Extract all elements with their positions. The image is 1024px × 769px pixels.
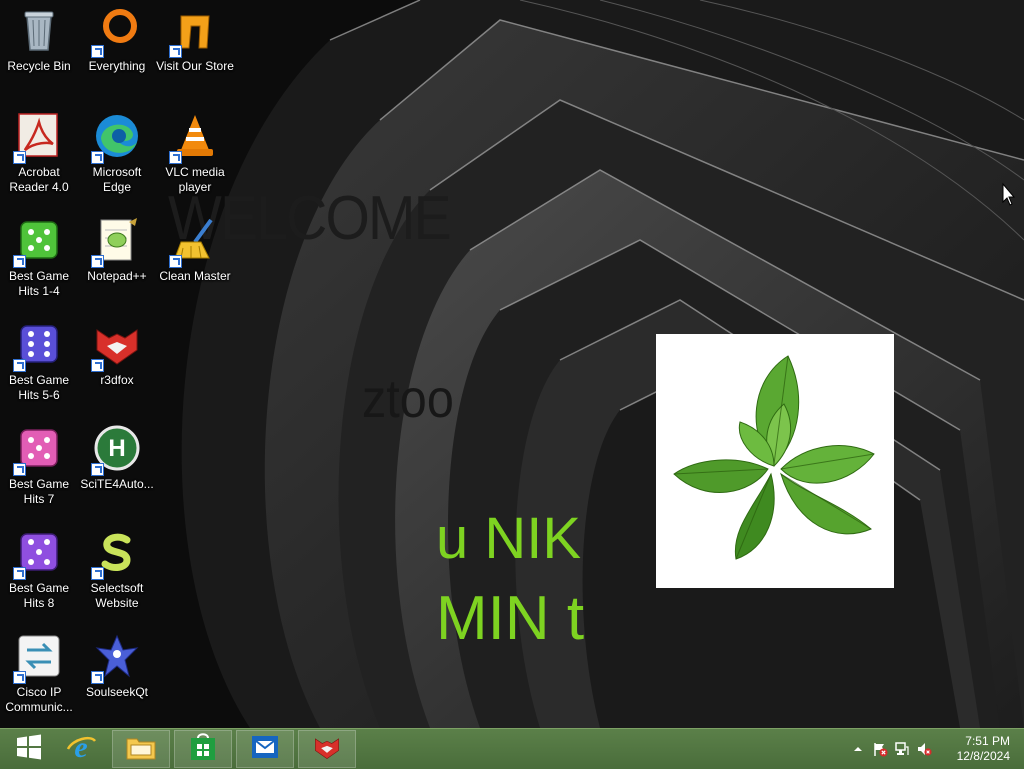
taskbar: e 7:51 PM 12/8/2024 [0,728,1024,769]
acrobat-reader-shortcut[interactable]: Acrobat Reader 4.0 [0,112,78,195]
icon-label: Everything [88,59,146,73]
recycle-bin-shortcut[interactable]: Recycle Bin [0,6,78,74]
best-game-hits-5-6-shortcut[interactable]: Best Game Hits 5-6 [0,320,78,403]
icon-label: Visit Our Store [156,59,234,73]
desktop[interactable]: WELCOME ztoo u NIK MIN t Recycle Bin Acr… [0,0,1024,728]
shortcut-arrow-icon [13,567,26,580]
ztoo-text: ztoo [362,369,454,429]
mint-leaves-image [656,334,894,588]
shortcut-arrow-icon [91,255,104,268]
clock-date: 12/8/2024 [956,749,1010,763]
shortcut-arrow-icon [169,45,182,58]
shortcut-arrow-icon [13,671,26,684]
store-taskbar-button[interactable] [174,730,232,768]
shortcut-arrow-icon [13,255,26,268]
start-button[interactable] [0,730,58,768]
microsoft-edge-shortcut[interactable]: Microsoft Edge [78,112,156,195]
shortcut-arrow-icon [91,151,104,164]
unik-text: u NIK [436,506,582,571]
selectsoft-website-shortcut[interactable]: Selectsoft Website [78,528,156,611]
icon-label: Cisco IP Communic... [5,685,73,714]
mint-text: MIN t [436,584,585,653]
icon-label: Selectsoft Website [90,581,144,610]
shortcut-arrow-icon [91,45,104,58]
icon-label: VLC media player [165,165,225,194]
icon-label: Best Game Hits 1-4 [8,269,70,298]
store-icon [188,732,218,767]
icon-label: Acrobat Reader 4.0 [9,165,69,194]
system-tray: 7:51 PM 12/8/2024 [844,729,1024,769]
file-explorer-button[interactable] [112,730,170,768]
icon-label: r3dfox [100,373,134,387]
soulseekqt-shortcut[interactable]: SoulseekQt [78,632,156,700]
chevron-up-icon[interactable] [850,741,866,757]
r3dfox-taskbar-button[interactable] [298,730,356,768]
windows-logo-icon [15,733,43,766]
icon-label: Notepad++ [87,269,147,283]
shortcut-arrow-icon [91,359,104,372]
clock-time: 7:51 PM [965,734,1010,748]
internet-explorer-icon: e [65,731,97,768]
clean-master-shortcut[interactable]: Clean Master [156,216,234,284]
icon-label: SciTE4Auto... [80,477,154,491]
icon-label: Best Game Hits 5-6 [8,373,70,402]
shortcut-arrow-icon [169,151,182,164]
scite4autohotkey-shortcut[interactable]: H SciTE4Auto... [78,424,156,492]
r3dfox-icon [311,733,343,766]
svg-text:e: e [74,731,87,763]
best-game-hits-7-shortcut[interactable]: Best Game Hits 7 [0,424,78,507]
folder-icon [125,733,157,766]
r3dfox-shortcut[interactable]: r3dfox [78,320,156,388]
volume-muted-icon[interactable] [916,741,932,757]
visit-our-store-shortcut[interactable]: Visit Our Store [156,6,234,74]
icon-label: Best Game Hits 8 [8,581,70,610]
shortcut-arrow-icon [91,463,104,476]
cisco-ip-communicator-shortcut[interactable]: Cisco IP Communic... [0,632,78,715]
everything-shortcut[interactable]: Everything [78,6,156,74]
internet-explorer-button[interactable]: e [52,730,110,768]
action-center-flag-icon[interactable] [872,741,888,757]
mail-icon [250,732,280,767]
shortcut-arrow-icon [13,151,26,164]
icon-label: Microsoft Edge [92,165,142,194]
icon-label: Clean Master [159,269,231,283]
network-icon[interactable] [894,741,910,757]
notepad-plus-plus-shortcut[interactable]: Notepad++ [78,216,156,284]
shortcut-arrow-icon [169,255,182,268]
shortcut-arrow-icon [91,671,104,684]
shortcut-arrow-icon [13,463,26,476]
vlc-media-player-shortcut[interactable]: VLC media player [156,112,234,195]
icon-label: Recycle Bin [7,59,71,73]
svg-text:H: H [108,435,125,462]
icon-label: Best Game Hits 7 [8,477,70,506]
recycle-bin-icon [15,6,63,54]
shortcut-arrow-icon [13,359,26,372]
shortcut-arrow-icon [91,567,104,580]
clock[interactable]: 7:51 PM 12/8/2024 [940,734,1010,764]
icon-label: SoulseekQt [85,685,149,699]
best-game-hits-8-shortcut[interactable]: Best Game Hits 8 [0,528,78,611]
mail-taskbar-button[interactable] [236,730,294,768]
best-game-hits-1-4-shortcut[interactable]: Best Game Hits 1-4 [0,216,78,299]
